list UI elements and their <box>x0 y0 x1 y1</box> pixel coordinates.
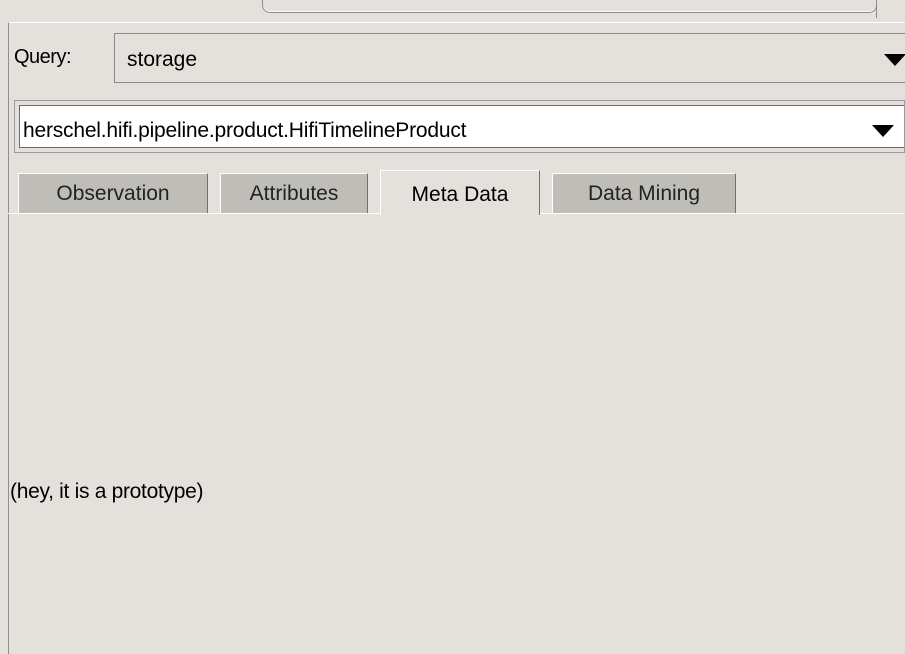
prototype-message: (hey, it is a prototype) <box>10 480 204 503</box>
chevron-down-icon[interactable] <box>884 54 905 66</box>
top-frame-border <box>262 0 877 13</box>
query-row: Query: storage <box>8 28 905 96</box>
tab-content-meta-data: (hey, it is a prototype) <box>8 214 905 654</box>
tab-data-mining[interactable]: Data Mining <box>552 173 736 213</box>
tab-attributes[interactable]: Attributes <box>220 173 368 213</box>
product-type-value: herschel.hifi.pipeline.product.HifiTimel… <box>23 119 467 142</box>
query-label: Query: <box>14 46 72 68</box>
query-dropdown[interactable]: storage <box>114 33 905 83</box>
product-type-dropdown[interactable]: herschel.hifi.pipeline.product.HifiTimel… <box>19 105 904 148</box>
tab-meta-data[interactable]: Meta Data <box>380 170 540 215</box>
top-divider <box>876 0 877 18</box>
query-value: storage <box>127 48 198 71</box>
chevron-down-icon[interactable] <box>872 125 894 137</box>
product-type-container: herschel.hifi.pipeline.product.HifiTimel… <box>14 100 905 153</box>
tab-observation[interactable]: Observation <box>18 173 208 213</box>
top-strip <box>0 0 905 22</box>
